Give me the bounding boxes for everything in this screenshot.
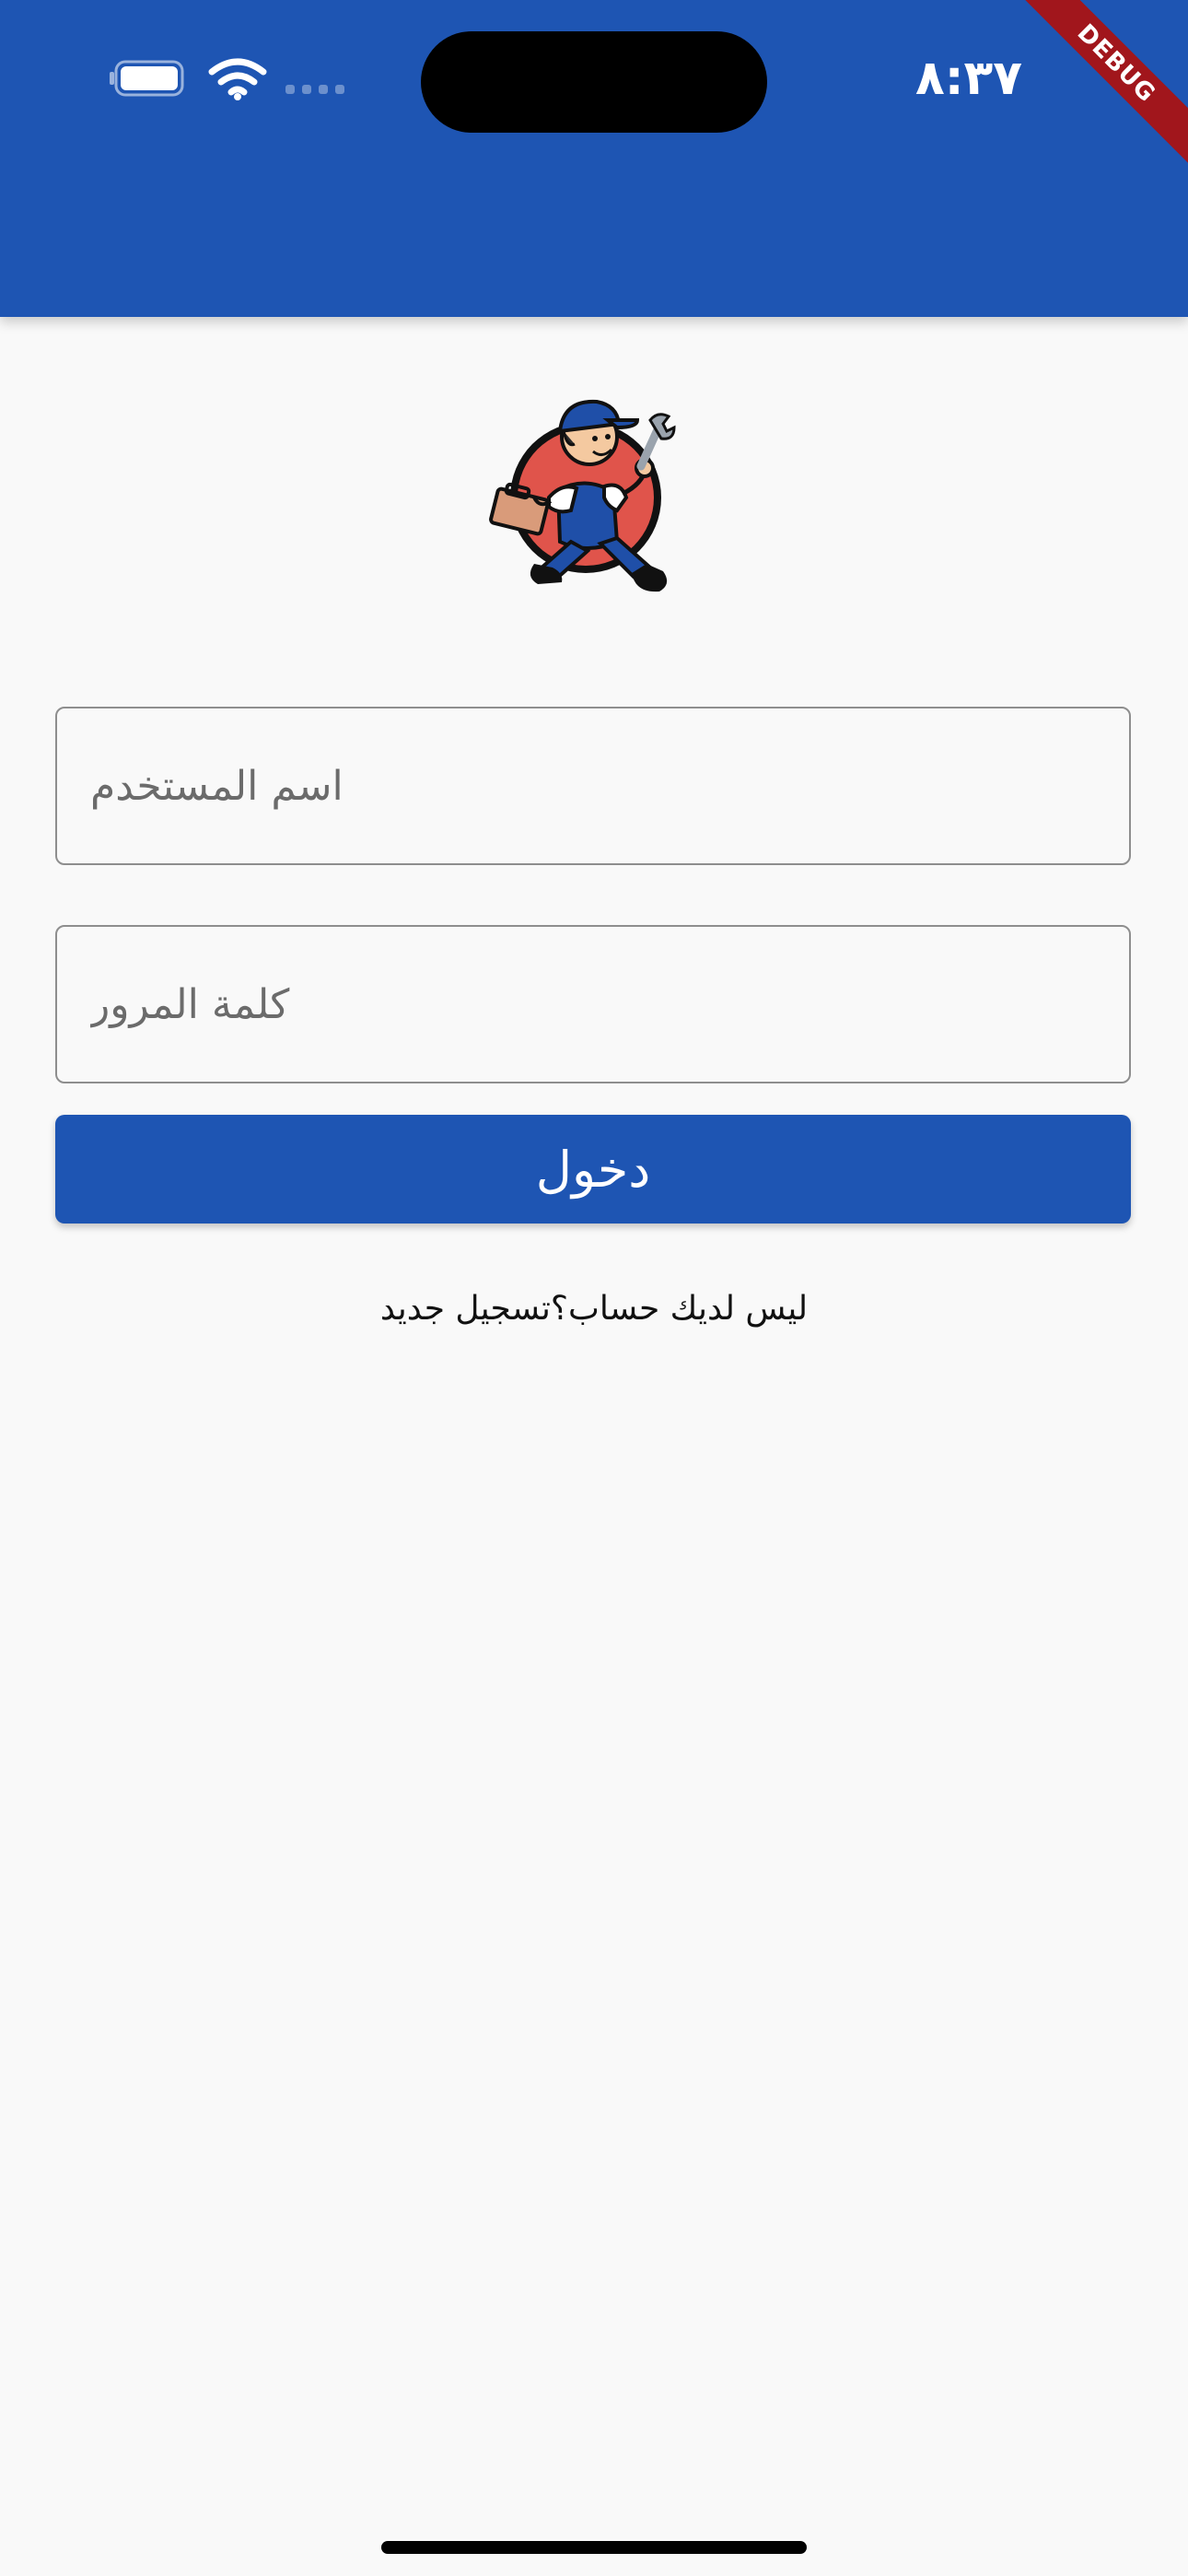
register-prompt: ليس لديك حساب؟تسجيل جديد [0,1290,1188,1328]
battery-icon [110,60,184,97]
register-question: ليس لديك حساب؟ [550,1290,809,1328]
password-field[interactable] [55,925,1131,1083]
handyman-mascot-logo [489,399,676,592]
register-link[interactable]: تسجيل جديد [380,1290,551,1328]
password-input[interactable] [57,927,1129,1082]
wifi-icon [208,58,267,100]
username-field[interactable] [55,707,1131,865]
username-input[interactable] [57,708,1129,863]
login-screen: ٨:٣٧ DEBUG اسم المستخدم دخول ليس لديك حس… [0,0,1188,2576]
dynamic-island [421,31,767,133]
app-bar: ٨:٣٧ [0,0,1188,317]
home-indicator[interactable] [381,2541,807,2554]
debug-banner: DEBUG [1022,0,1188,166]
debug-label: DEBUG [1022,0,1188,166]
login-button[interactable]: دخول [55,1115,1131,1224]
cellular-signal-icon [285,85,344,94]
status-time: ٨:٣٧ [914,51,1022,106]
